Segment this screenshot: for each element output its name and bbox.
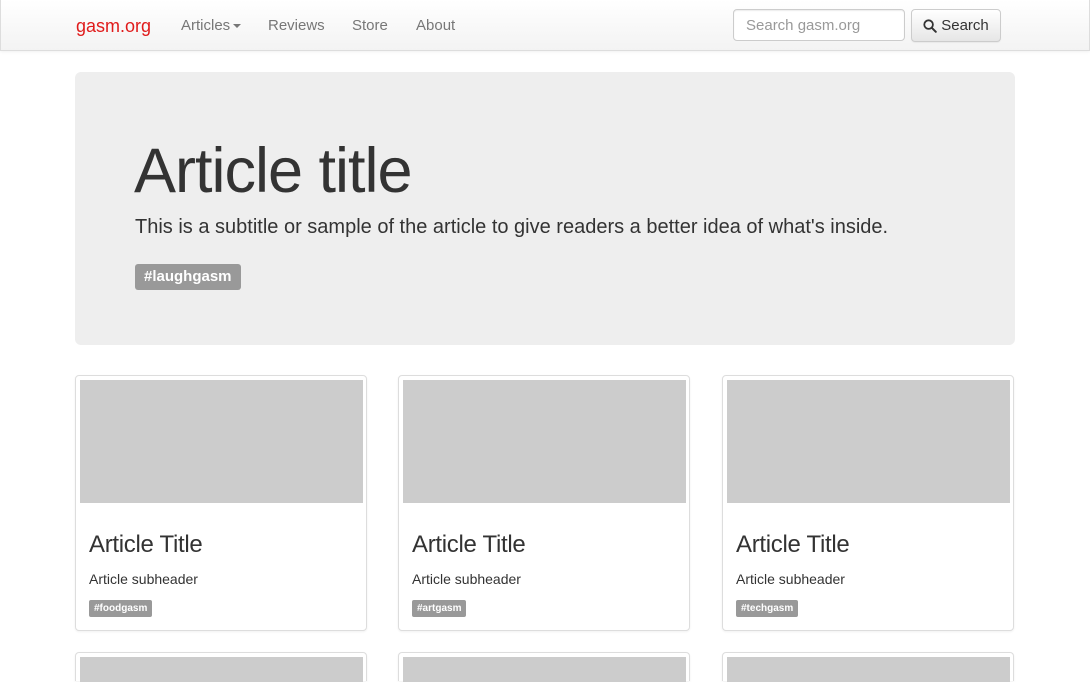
hero-title: Article title bbox=[134, 136, 413, 206]
article-card-subheader: Article subheader bbox=[736, 571, 845, 587]
nav-reviews[interactable]: Reviews bbox=[268, 17, 325, 35]
hero-jumbotron: Article title This is a subtitle or samp… bbox=[75, 72, 1015, 345]
article-card-partial[interactable] bbox=[398, 652, 690, 682]
nav-store[interactable]: Store bbox=[352, 17, 388, 35]
caret-down-icon bbox=[233, 24, 242, 29]
article-card-partial[interactable] bbox=[722, 652, 1014, 682]
article-thumbnail[interactable] bbox=[403, 657, 686, 682]
article-tag-badge[interactable]: #foodgasm bbox=[89, 600, 153, 617]
article-card-subheader: Article subheader bbox=[412, 571, 521, 587]
article-card-subheader: Article subheader bbox=[89, 571, 198, 587]
article-card[interactable]: Article Title Article subheader #foodgas… bbox=[75, 375, 367, 631]
search-button-label: Search bbox=[941, 17, 989, 34]
article-card[interactable]: Article Title Article subheader #artgasm bbox=[398, 375, 690, 631]
article-tag-badge[interactable]: #techgasm bbox=[736, 600, 799, 617]
article-card-title[interactable]: Article Title bbox=[412, 531, 526, 559]
brand-link[interactable]: gasm.org bbox=[76, 16, 151, 36]
article-tag-badge[interactable]: #artgasm bbox=[412, 600, 467, 617]
article-thumbnail[interactable] bbox=[80, 380, 363, 503]
hero-tag-badge[interactable]: #laughgasm bbox=[135, 264, 241, 290]
search-button[interactable]: Search bbox=[911, 9, 1001, 42]
nav-articles-label: Articles bbox=[181, 17, 231, 34]
nav-articles-dropdown[interactable]: Articles bbox=[181, 17, 242, 35]
nav-about[interactable]: About bbox=[416, 17, 455, 35]
search-input[interactable] bbox=[733, 9, 905, 41]
article-card-title[interactable]: Article Title bbox=[736, 531, 850, 559]
hero-subtitle: This is a subtitle or sample of the arti… bbox=[135, 216, 889, 238]
navbar: gasm.org Articles Reviews Store About Se… bbox=[0, 0, 1090, 51]
search-icon bbox=[923, 18, 938, 33]
article-thumbnail[interactable] bbox=[403, 380, 686, 503]
article-thumbnail[interactable] bbox=[727, 657, 1010, 682]
article-thumbnail[interactable] bbox=[80, 657, 363, 682]
article-thumbnail[interactable] bbox=[727, 380, 1010, 503]
article-card[interactable]: Article Title Article subheader #techgas… bbox=[722, 375, 1014, 631]
article-card-partial[interactable] bbox=[75, 652, 367, 682]
article-card-title[interactable]: Article Title bbox=[89, 531, 203, 559]
